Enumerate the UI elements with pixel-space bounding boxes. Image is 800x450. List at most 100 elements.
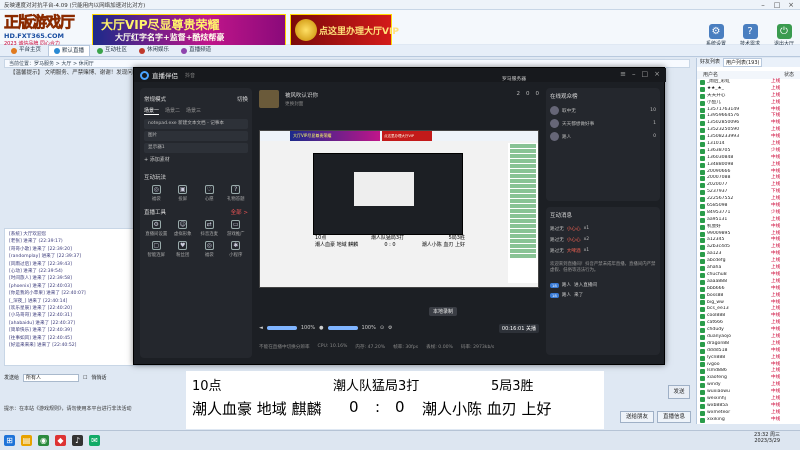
user-row[interactable]: 20090666 中线 (700, 169, 800, 176)
send-button[interactable]: 发送 (668, 385, 690, 399)
tool-item[interactable]: ☺ 虚拟形象 (171, 220, 196, 237)
user-row[interactable]: 13959664576 下线 (700, 113, 800, 120)
user-row[interactable]: wuxiaowu 中线 (700, 389, 800, 396)
user-row[interactable]: _雨后_彩虹 上线 (700, 79, 800, 86)
user-row[interactable]: 13502850096 中线 (700, 120, 800, 127)
tab-channel[interactable]: 直播频道 (176, 45, 216, 56)
user-row[interactable]: chdudy 中线 (700, 327, 800, 334)
user-row[interactable]: dddd518 中线 (700, 348, 800, 355)
tab-users[interactable]: 用户列表(193) (723, 58, 763, 67)
tools-more-link[interactable]: 全部 > (231, 208, 248, 216)
system-clock[interactable]: 23:32 周三 2023/3/29 (754, 432, 780, 444)
mic-icon[interactable]: ● (319, 325, 323, 331)
tab-friends[interactable]: 好友列表 (700, 58, 720, 67)
user-row[interactable]: 13508233993 中线 (700, 134, 800, 141)
settings-icon[interactable]: ⚙ (388, 325, 392, 331)
user-row[interactable]: 131014 上线 (700, 141, 800, 148)
user-row[interactable]: dragon88 上线 (700, 341, 800, 348)
private-checkbox[interactable]: ☐ (83, 373, 87, 383)
tab-leisure[interactable]: 休闲娱乐 (134, 45, 174, 56)
user-row[interactable]: xixiking 中线 (700, 417, 800, 424)
speaker-icon[interactable]: ◄ (259, 325, 263, 331)
tool-item[interactable]: ✱ 小程序 (224, 241, 249, 258)
vip-ad-banner[interactable]: 大厅VIP尽显尊贵荣耀 大厅红字名字+监督+酷炫帮豪 (92, 14, 286, 46)
windows-start-icon[interactable]: ⊞ (4, 435, 15, 446)
user-row[interactable]: 天天开心 上线 (700, 93, 800, 100)
user-row[interactable]: cool888 中线 (700, 313, 800, 320)
user-row[interactable]: lycn888 上线 (700, 355, 800, 362)
scene-toggle-button[interactable]: 切换 (237, 95, 248, 103)
volume-slider[interactable] (266, 326, 297, 330)
maximize-button[interactable]: □ (770, 0, 784, 10)
tool-item[interactable]: ♥ 粉丝团 (171, 241, 196, 258)
mic-slider[interactable] (327, 326, 358, 330)
source-item[interactable]: notepad.exe 新建文本文档 - 记事本 (144, 119, 248, 129)
user-row[interactable]: 13523250590 上线 (700, 127, 800, 134)
stream-preview[interactable]: 大厅VIP尽显尊贵荣耀 点这里办理大厅VIP 10点 潮人队猛局3打 5局3胜 潮人… (259, 130, 539, 288)
user-row[interactable]: big_ww 中线 (700, 300, 800, 307)
tab-live[interactable]: 默认直播 (48, 45, 91, 56)
user-row[interactable]: a12345 中线 (700, 237, 800, 244)
user-row[interactable]: aaaa888 上线 (700, 279, 800, 286)
room-cover-thumbnail[interactable] (259, 90, 279, 108)
interact-item[interactable]: ◎ 福袋 (144, 185, 169, 202)
user-row[interactable]: 机会好 中线 (700, 224, 800, 231)
user-row[interactable]: boss88 上线 (700, 293, 800, 300)
live-info-button[interactable]: 直播信息 (657, 411, 692, 423)
browser-icon[interactable]: ◉ (38, 435, 49, 446)
user-row[interactable]: 84953771 少线 (700, 210, 800, 217)
audience-row[interactable]: 路人 0 (550, 130, 656, 143)
user-row[interactable]: cat666 上线 (700, 320, 800, 327)
user-row[interactable]: bcs_ee13 上线 (700, 306, 800, 313)
user-row[interactable]: 5237937 下线 (700, 189, 800, 196)
user-row[interactable]: abcdefg 上线 (700, 258, 800, 265)
user-row[interactable]: aa95131 上线 (700, 217, 800, 224)
user-row[interactable]: 6585098 中线 (700, 203, 800, 210)
end-live-button[interactable]: 关播 (526, 326, 536, 332)
tab-home[interactable]: 平台主页 (6, 45, 46, 56)
scene-tab-3[interactable]: 场景三 (186, 107, 201, 115)
user-row[interactable]: a2b3c4d5 上线 (700, 244, 800, 251)
user-row[interactable]: 222567552 上线 (700, 196, 800, 203)
interact-item[interactable]: ▣ 投屏 (171, 185, 196, 202)
add-source-button[interactable]: + 添加素材 (144, 156, 248, 163)
send-target-select[interactable]: 所有人 (23, 374, 80, 382)
user-row[interactable]: aa123 中线 (700, 251, 800, 258)
change-cover-link[interactable]: 更换封面 (285, 101, 303, 107)
user-row[interactable]: weixinhj 上线 (700, 396, 800, 403)
user-list[interactable]: _雨后_彩虹 上线 ★★_★_ 上线 天天开心 上线 小鱼儿 上线 13571763149 中线 1… (697, 79, 800, 424)
overlay-minimize-button[interactable]: – (632, 70, 636, 78)
tool-item[interactable]: ▢ 智能连屏 (144, 241, 169, 258)
tool-item[interactable]: ▭ 游戏推广 (224, 220, 249, 237)
tool-item[interactable]: ⇄ 抖音连麦 (197, 220, 222, 237)
user-row[interactable]: duanyaojo 上线 (700, 334, 800, 341)
vip-signup-banner[interactable]: 点这里办理大厅VIP (290, 14, 399, 46)
user-row[interactable]: lsmd886 上线 (700, 368, 800, 375)
record-icon[interactable]: ⊙ (380, 325, 384, 331)
user-row[interactable]: ahaha 上线 (700, 265, 800, 272)
tool-item[interactable]: ⚙ 直播间设置 (144, 220, 169, 237)
user-row[interactable]: chuchu8 中线 (700, 272, 800, 279)
overlay-settings-icon[interactable]: ≡ (620, 70, 626, 78)
user-row[interactable]: 2020077 上线 (700, 182, 800, 189)
scene-tab-2[interactable]: 场景二 (165, 107, 180, 115)
overlay-close-button[interactable]: × (654, 70, 660, 78)
user-row[interactable]: 134880098 上线 (700, 162, 800, 169)
chat-app-icon[interactable]: ✉ (89, 435, 100, 446)
gift-friend-button[interactable]: 送给朋友 (620, 411, 655, 423)
scene-tab-1[interactable]: 场景一 (144, 107, 160, 115)
user-row[interactable]: windy 上线 (700, 382, 800, 389)
user-row[interactable]: ivgoo 中线 (700, 362, 800, 369)
source-item[interactable]: 图片 (144, 131, 248, 141)
close-button[interactable]: × (784, 0, 798, 10)
tab-community[interactable]: 互动社区 (92, 45, 132, 56)
interact-item[interactable]: ♡ 心愿 (197, 185, 222, 202)
minimize-button[interactable]: – (756, 0, 770, 10)
user-row[interactable]: 13638705 少线 (700, 148, 800, 155)
source-item[interactable]: 显示器1 (144, 143, 248, 153)
user-row[interactable]: ★★_★_ 上线 (700, 86, 800, 93)
audience-row[interactable]: 取中无 10 (550, 104, 656, 117)
live-app-icon[interactable]: ♪ (72, 435, 83, 446)
user-row[interactable]: xiaofeng 中线 (700, 375, 800, 382)
tool-item[interactable]: ◎ 福袋 (197, 241, 222, 258)
